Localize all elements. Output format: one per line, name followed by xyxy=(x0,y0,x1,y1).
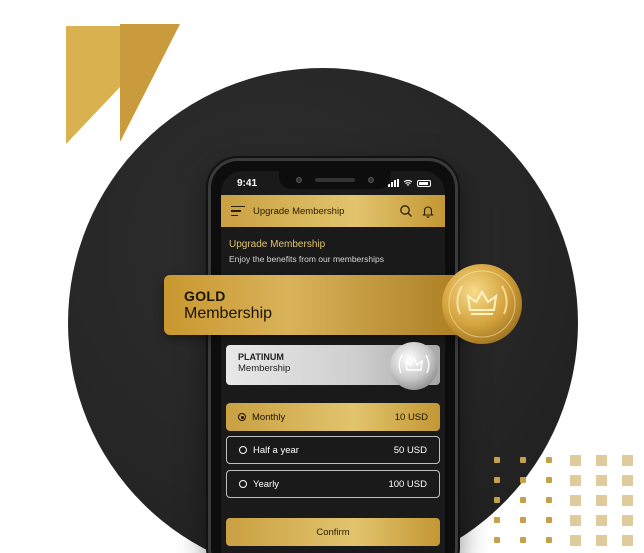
decorative-dot xyxy=(494,497,500,503)
plan-option-yearly[interactable]: Yearly 100 USD xyxy=(226,470,440,498)
decorative-dot xyxy=(570,455,581,466)
decorative-dot xyxy=(596,495,607,506)
decorative-dot xyxy=(520,517,526,523)
gold-membership-label: Membership xyxy=(184,305,273,322)
radio-icon xyxy=(239,446,247,454)
gold-tier-label: GOLD xyxy=(184,288,226,304)
decorative-dot xyxy=(494,477,500,483)
decorative-dot xyxy=(520,477,526,483)
confirm-button[interactable]: Confirm xyxy=(226,518,440,546)
wifi-icon xyxy=(403,179,413,186)
plan-option-monthly[interactable]: Monthly 10 USD xyxy=(226,403,440,431)
decorative-dot xyxy=(520,457,526,463)
plan-option-label: Yearly xyxy=(253,478,280,490)
section-subtitle: Enjoy the benefits from our memberships xyxy=(229,254,384,264)
decorative-dot xyxy=(622,475,633,486)
decorative-dot xyxy=(520,497,526,503)
decorative-dot xyxy=(494,457,500,463)
gold-crown-medal-icon xyxy=(442,264,522,344)
phone-notch xyxy=(279,171,391,189)
decorative-dot xyxy=(622,495,633,506)
decorative-dot xyxy=(622,515,633,526)
status-time: 9:41 xyxy=(237,177,258,189)
decorative-dot xyxy=(494,537,500,543)
app-bar: Upgrade Membership xyxy=(221,195,445,227)
platinum-crown-medal-icon xyxy=(390,342,438,390)
plan-option-price: 50 USD xyxy=(393,444,427,456)
decorative-dot xyxy=(546,477,552,483)
decorative-dot xyxy=(546,517,552,523)
plan-option-price: 100 USD xyxy=(388,478,427,490)
decorative-dot xyxy=(570,495,581,506)
gold-membership-card[interactable]: GOLD Membership xyxy=(164,275,476,335)
decorative-dot xyxy=(596,535,607,546)
decorative-dot xyxy=(622,455,633,466)
decorative-dot xyxy=(596,475,607,486)
decorative-dot xyxy=(570,475,581,486)
plan-option-half-year[interactable]: Half a year 50 USD xyxy=(226,436,440,464)
decorative-dot-grid xyxy=(492,455,644,553)
plan-option-label: Monthly xyxy=(252,411,286,423)
radio-icon xyxy=(239,480,247,488)
decorative-dot xyxy=(622,535,633,546)
decorative-dot xyxy=(546,497,552,503)
section-title: Upgrade Membership xyxy=(229,239,326,250)
decorative-dot xyxy=(570,535,581,546)
decorative-dot xyxy=(596,515,607,526)
plan-option-label: Half a year xyxy=(253,444,299,456)
bell-icon[interactable] xyxy=(421,204,435,218)
decorative-dot xyxy=(520,537,526,543)
battery-icon xyxy=(417,179,431,187)
decorative-dot xyxy=(570,515,581,526)
decorative-dot xyxy=(596,455,607,466)
decorative-dot xyxy=(546,457,552,463)
radio-selected-icon xyxy=(238,413,246,421)
search-icon[interactable] xyxy=(399,204,413,218)
app-bar-title: Upgrade Membership xyxy=(253,205,345,217)
menu-icon[interactable] xyxy=(231,205,245,217)
decorative-dot xyxy=(546,537,552,543)
decorative-dot xyxy=(494,517,500,523)
plan-option-price: 10 USD xyxy=(394,411,428,423)
